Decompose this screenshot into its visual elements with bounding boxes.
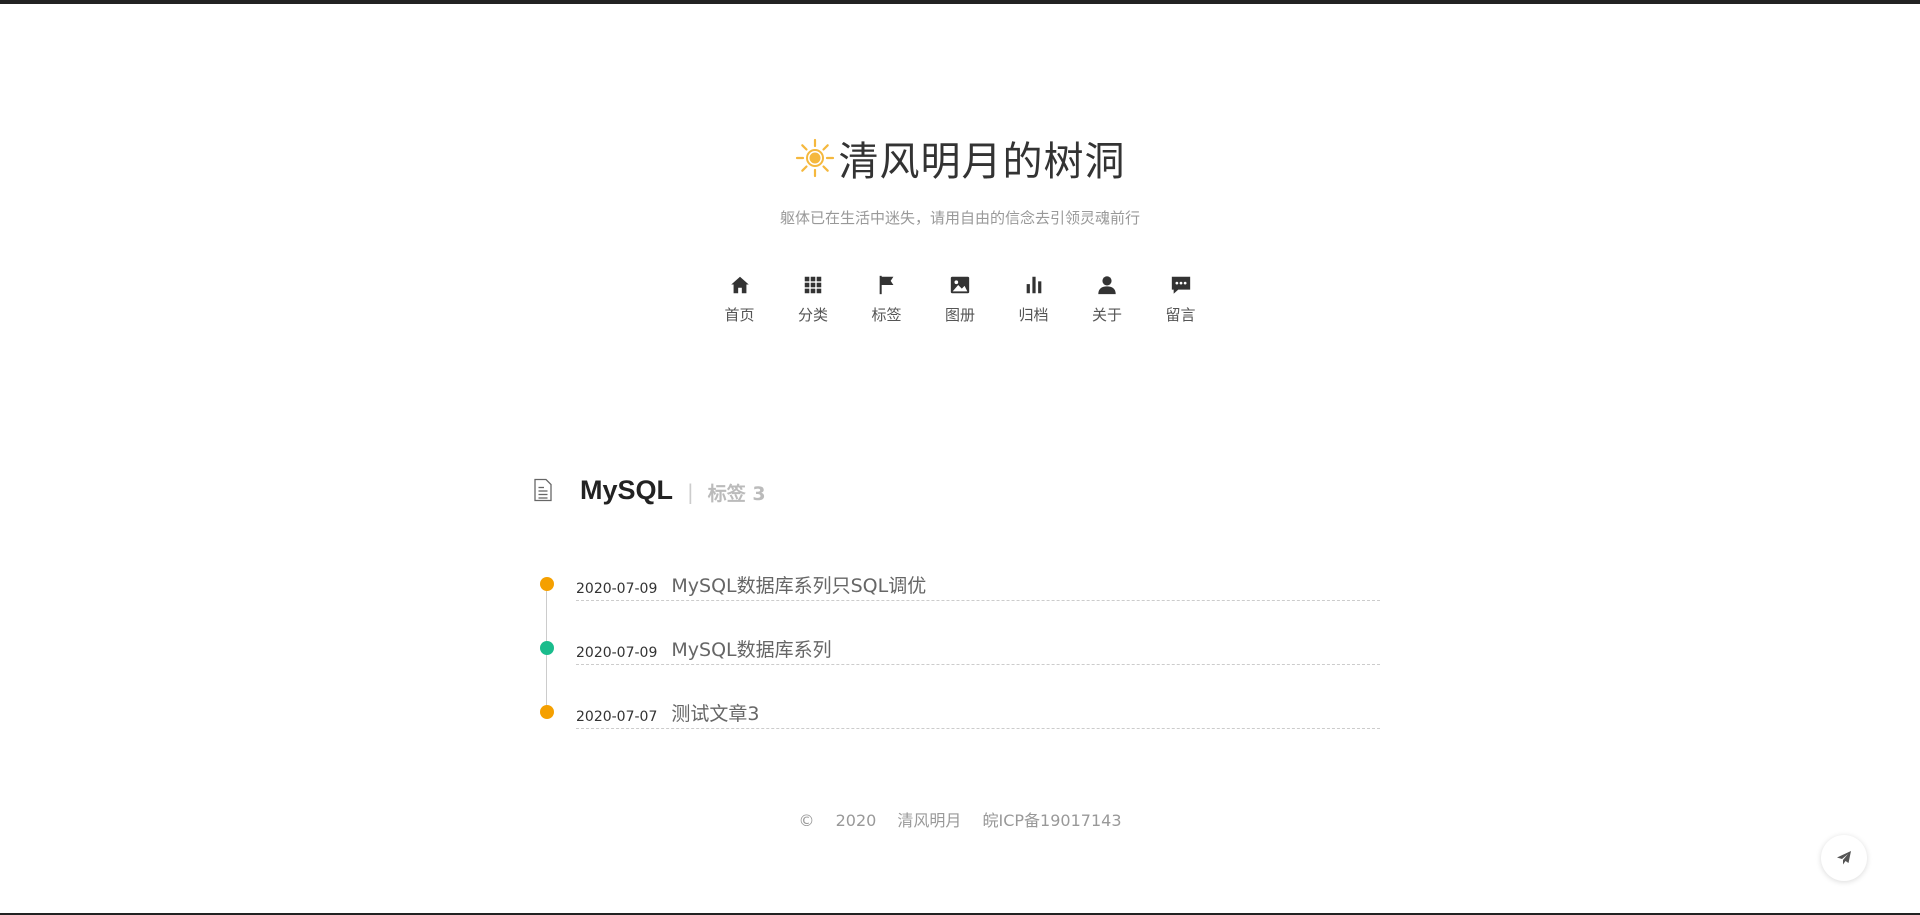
nav-label: 标签 (871, 306, 902, 324)
post-row: 2020-07-09 MySQL数据库系列只SQL调优 (576, 569, 1380, 601)
icp-link[interactable]: 皖ICP备19017143 (983, 811, 1122, 830)
timeline-item: 2020-07-07 测试文章3 (532, 697, 1382, 761)
timeline-item: 2020-07-09 MySQL数据库系列 (532, 633, 1382, 697)
nav-label: 首页 (724, 306, 755, 324)
nav-item-archive[interactable]: 归档 (997, 274, 1071, 325)
paper-plane-icon (1837, 851, 1851, 865)
author-name: 清风明月 (897, 811, 962, 830)
footer: © 2020 清风明月 皖ICP备19017143 (0, 807, 1920, 831)
bar-chart-icon (1026, 276, 1041, 294)
nav-item-tags[interactable]: 标签 (850, 274, 924, 325)
site-subtitle: 躯体已在生活中迷失，请用自由的信念去引领灵魂前行 (779, 209, 1140, 227)
post-title-link[interactable]: MySQL数据库系列 (671, 635, 831, 662)
post-row: 2020-07-09 MySQL数据库系列 (576, 633, 1380, 665)
grid-icon (804, 276, 822, 294)
nav-label: 图册 (944, 306, 975, 324)
nav-label: 留言 (1165, 306, 1196, 324)
comment-icon (1171, 276, 1190, 294)
copyright-symbol: © (798, 811, 815, 830)
nav-item-home[interactable]: 首页 (703, 274, 777, 325)
tag-count: 标签 3 (707, 482, 766, 505)
tag-separator: | (687, 480, 694, 504)
nav-label: 归档 (1018, 306, 1049, 324)
sun-icon (795, 138, 834, 178)
site-title[interactable]: 清风明月的树洞 (839, 129, 1126, 187)
copyright-year: 2020 (835, 811, 877, 830)
nav-item-about[interactable]: 关于 (1070, 274, 1144, 325)
tag-name: MySQL (580, 474, 674, 505)
post-row: 2020-07-07 测试文章3 (576, 697, 1380, 729)
post-date: 2020-07-07 (576, 709, 658, 725)
post-title-link[interactable]: MySQL数据库系列只SQL调优 (671, 571, 926, 598)
nav-item-gallery[interactable]: 图册 (923, 274, 997, 325)
user-icon (1098, 276, 1116, 295)
nav-item-categories[interactable]: 分类 (776, 274, 850, 325)
post-date: 2020-07-09 (576, 581, 658, 597)
page: 清风明月的树洞 躯体已在生活中迷失，请用自由的信念去引领灵魂前行 首页 分类 标… (0, 0, 1920, 915)
home-icon (730, 276, 749, 294)
post-title-link[interactable]: 测试文章3 (671, 699, 759, 726)
nav-label: 关于 (1091, 306, 1122, 324)
timeline-dot (540, 577, 554, 591)
post-timeline: 2020-07-09 MySQL数据库系列只SQL调优 2020-07-09 M… (532, 569, 1382, 761)
timeline-item: 2020-07-09 MySQL数据库系列只SQL调优 (532, 569, 1382, 633)
timeline-dot (540, 705, 554, 719)
site-brand[interactable]: 清风明月的树洞 (0, 130, 1920, 186)
back-to-top-button[interactable] (1821, 835, 1867, 881)
tag-header: MySQL | 标签 3 (532, 470, 766, 510)
image-icon (950, 276, 970, 294)
main-nav: 首页 分类 标签 图册 归档 关于 留言 (0, 274, 1920, 325)
nav-label: 分类 (797, 306, 828, 324)
timeline-dot (540, 641, 554, 655)
nav-item-messages[interactable]: 留言 (1144, 274, 1218, 325)
post-date: 2020-07-09 (576, 645, 658, 661)
flag-icon (879, 275, 893, 295)
document-icon (534, 478, 552, 502)
